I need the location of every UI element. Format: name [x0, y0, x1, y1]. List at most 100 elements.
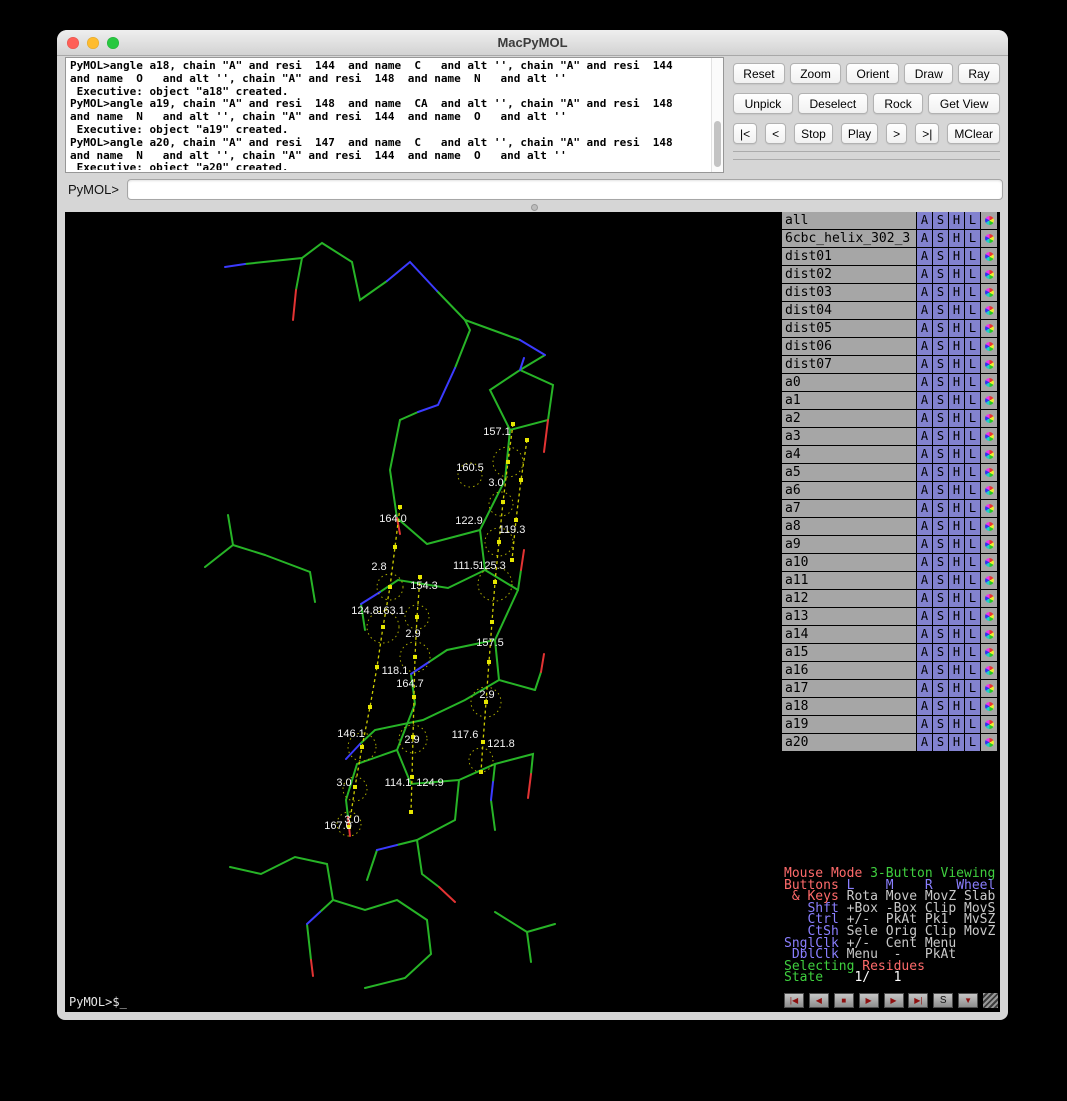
object-name[interactable]: dist01	[782, 248, 916, 265]
object-h-button[interactable]: H	[949, 374, 964, 391]
object-s-button[interactable]: S	[933, 680, 948, 697]
get-view-button[interactable]: Get View	[928, 93, 1000, 114]
object-h-button[interactable]: H	[949, 212, 964, 229]
object-a-button[interactable]: A	[917, 446, 932, 463]
object-s-button[interactable]: S	[933, 662, 948, 679]
object-l-button[interactable]: L	[965, 626, 980, 643]
deselect-button[interactable]: Deselect	[798, 93, 868, 114]
stop-button[interactable]: Stop	[794, 123, 833, 144]
object-name[interactable]: all	[782, 212, 916, 229]
command-input[interactable]	[127, 179, 1003, 200]
object-a-button[interactable]: A	[917, 266, 932, 283]
object-s-button[interactable]: S	[933, 392, 948, 409]
object-a-button[interactable]: A	[917, 392, 932, 409]
object-l-button[interactable]: L	[965, 680, 980, 697]
s-toggle-button[interactable]: S	[933, 993, 953, 1008]
object-s-button[interactable]: S	[933, 536, 948, 553]
menu-down-button[interactable]: ▼	[958, 993, 978, 1008]
object-color-button[interactable]	[981, 320, 997, 337]
object-h-button[interactable]: H	[949, 230, 964, 247]
object-color-button[interactable]	[981, 680, 997, 697]
object-name[interactable]: a6	[782, 482, 916, 499]
object-h-button[interactable]: H	[949, 302, 964, 319]
object-l-button[interactable]: L	[965, 284, 980, 301]
jump-end-button[interactable]: ▶|	[908, 993, 928, 1008]
object-l-button[interactable]: L	[965, 662, 980, 679]
object-s-button[interactable]: S	[933, 338, 948, 355]
object-l-button[interactable]: L	[965, 428, 980, 445]
rock-button[interactable]: Rock	[873, 93, 924, 114]
object-a-button[interactable]: A	[917, 212, 932, 229]
object-s-button[interactable]: S	[933, 374, 948, 391]
object-s-button[interactable]: S	[933, 446, 948, 463]
object-s-button[interactable]: S	[933, 212, 948, 229]
object-a-button[interactable]: A	[917, 302, 932, 319]
object-a-button[interactable]: A	[917, 374, 932, 391]
object-name[interactable]: dist04	[782, 302, 916, 319]
object-name[interactable]: 6cbc_helix_302_3	[782, 230, 916, 247]
object-name[interactable]: a4	[782, 446, 916, 463]
object-s-button[interactable]: S	[933, 266, 948, 283]
object-l-button[interactable]: L	[965, 482, 980, 499]
object-name[interactable]: a11	[782, 572, 916, 589]
object-name[interactable]: a20	[782, 734, 916, 751]
mclear-button[interactable]: MClear	[947, 123, 1000, 144]
object-h-button[interactable]: H	[949, 734, 964, 751]
object-l-button[interactable]: L	[965, 266, 980, 283]
object-h-button[interactable]: H	[949, 464, 964, 481]
object-h-button[interactable]: H	[949, 554, 964, 571]
object-color-button[interactable]	[981, 482, 997, 499]
object-name[interactable]: dist02	[782, 266, 916, 283]
object-s-button[interactable]: S	[933, 410, 948, 427]
object-color-button[interactable]	[981, 374, 997, 391]
object-color-button[interactable]	[981, 212, 997, 229]
object-name[interactable]: a9	[782, 536, 916, 553]
object-a-button[interactable]: A	[917, 734, 932, 751]
object-color-button[interactable]	[981, 230, 997, 247]
object-a-button[interactable]: A	[917, 428, 932, 445]
object-a-button[interactable]: A	[917, 626, 932, 643]
object-s-button[interactable]: S	[933, 356, 948, 373]
object-name[interactable]: a0	[782, 374, 916, 391]
object-color-button[interactable]	[981, 662, 997, 679]
object-a-button[interactable]: A	[917, 572, 932, 589]
object-h-button[interactable]: H	[949, 572, 964, 589]
object-l-button[interactable]: L	[965, 392, 980, 409]
object-l-button[interactable]: L	[965, 500, 980, 517]
object-h-button[interactable]: H	[949, 626, 964, 643]
object-h-button[interactable]: H	[949, 428, 964, 445]
object-color-button[interactable]	[981, 716, 997, 733]
object-l-button[interactable]: L	[965, 410, 980, 427]
object-a-button[interactable]: A	[917, 554, 932, 571]
object-a-button[interactable]: A	[917, 500, 932, 517]
object-l-button[interactable]: L	[965, 608, 980, 625]
object-h-button[interactable]: H	[949, 608, 964, 625]
object-color-button[interactable]	[981, 554, 997, 571]
orient-button[interactable]: Orient	[846, 63, 899, 84]
zoom-window-button[interactable]	[107, 37, 119, 49]
go-end-button[interactable]: >|	[915, 123, 939, 144]
object-color-button[interactable]	[981, 428, 997, 445]
object-l-button[interactable]: L	[965, 356, 980, 373]
minimize-button[interactable]	[87, 37, 99, 49]
draw-button[interactable]: Draw	[904, 63, 953, 84]
object-a-button[interactable]: A	[917, 464, 932, 481]
object-h-button[interactable]: H	[949, 356, 964, 373]
play-button[interactable]: Play	[841, 123, 878, 144]
object-a-button[interactable]: A	[917, 248, 932, 265]
object-name[interactable]: a10	[782, 554, 916, 571]
zoom-button[interactable]: Zoom	[790, 63, 841, 84]
play-frames-button[interactable]: ▶	[859, 993, 879, 1008]
object-h-button[interactable]: H	[949, 392, 964, 409]
viewport-cli[interactable]: PyMOL>$_	[69, 995, 127, 1009]
object-color-button[interactable]	[981, 464, 997, 481]
object-color-button[interactable]	[981, 698, 997, 715]
object-color-button[interactable]	[981, 734, 997, 751]
object-a-button[interactable]: A	[917, 590, 932, 607]
object-a-button[interactable]: A	[917, 608, 932, 625]
object-s-button[interactable]: S	[933, 554, 948, 571]
object-s-button[interactable]: S	[933, 572, 948, 589]
object-l-button[interactable]: L	[965, 374, 980, 391]
object-name[interactable]: a14	[782, 626, 916, 643]
object-l-button[interactable]: L	[965, 248, 980, 265]
